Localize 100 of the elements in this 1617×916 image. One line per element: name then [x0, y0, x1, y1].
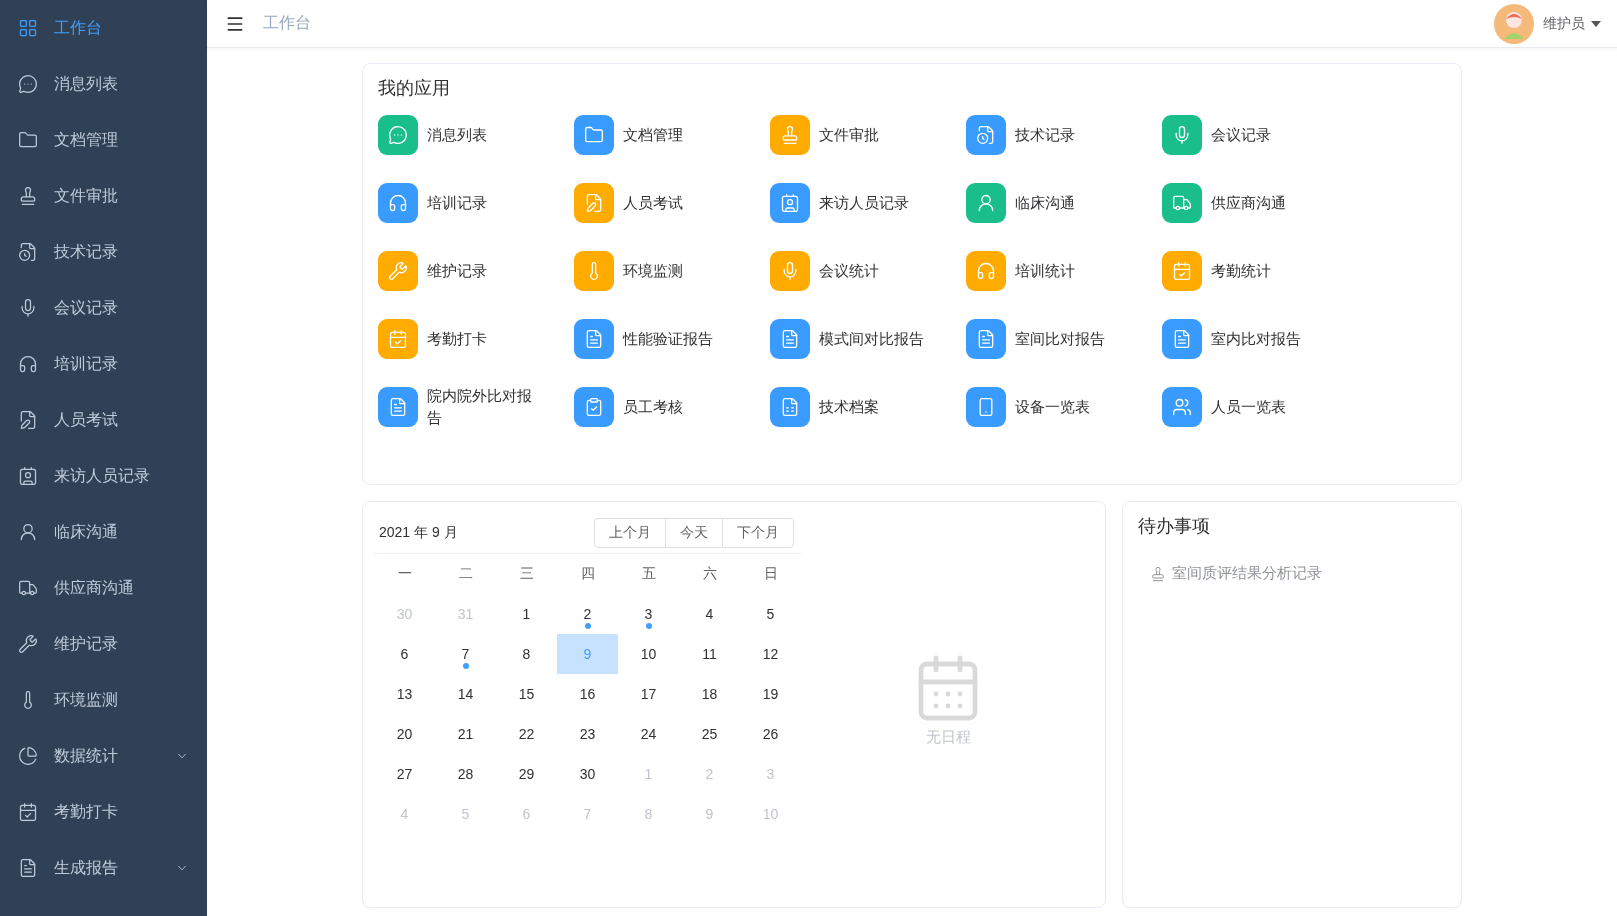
app-tile-icon[interactable] [1162, 319, 1202, 359]
sidebar-item[interactable]: 工作台 [0, 0, 207, 56]
app-tile-icon[interactable] [574, 251, 614, 291]
app-tile-icon[interactable] [770, 319, 810, 359]
app-tile-icon[interactable] [770, 115, 810, 155]
app-tile-icon[interactable] [966, 387, 1006, 427]
sidebar-item[interactable]: 来访人员记录 [0, 448, 207, 504]
calendar-day[interactable]: 21 [435, 714, 496, 754]
calendar-day[interactable]: 25 [679, 714, 740, 754]
calendar-day[interactable]: 24 [618, 714, 679, 754]
app-label[interactable]: 文件审批 [819, 124, 879, 146]
app-label[interactable]: 模式间对比报告 [819, 328, 924, 350]
calendar-day[interactable]: 3 [618, 594, 679, 634]
app-label[interactable]: 性能验证报告 [623, 328, 713, 350]
app-label[interactable]: 培训统计 [1015, 260, 1075, 282]
app-label[interactable]: 人员考试 [623, 192, 683, 214]
calendar-day[interactable]: 13 [374, 674, 435, 714]
calendar-day[interactable]: 8 [496, 634, 557, 674]
sidebar-item[interactable]: 文件审批 [0, 168, 207, 224]
sidebar-item[interactable]: 人员考试 [0, 392, 207, 448]
calendar-nav-button[interactable]: 下个月 [722, 517, 794, 548]
sidebar-item[interactable]: 环境监测 [0, 672, 207, 728]
calendar-day[interactable]: 18 [679, 674, 740, 714]
app-tile-icon[interactable] [1162, 251, 1202, 291]
app-tile-icon[interactable] [574, 115, 614, 155]
sidebar-item[interactable]: 培训记录 [0, 336, 207, 392]
sidebar-item[interactable]: 维护记录 [0, 616, 207, 672]
app-label[interactable]: 培训记录 [427, 192, 487, 214]
app-label[interactable]: 员工考核 [623, 396, 683, 418]
app-label[interactable]: 会议记录 [1211, 124, 1271, 146]
app-label[interactable]: 院内院外比对报告 [427, 385, 542, 429]
calendar-day[interactable]: 22 [496, 714, 557, 754]
calendar-day[interactable]: 11 [679, 634, 740, 674]
app-label[interactable]: 设备一览表 [1015, 396, 1090, 418]
user-name[interactable]: 维护员 [1543, 14, 1585, 33]
calendar-day[interactable]: 1 [496, 594, 557, 634]
calendar-day[interactable]: 10 [618, 634, 679, 674]
app-tile-icon[interactable] [770, 387, 810, 427]
app-label[interactable]: 技术档案 [819, 396, 879, 418]
app-label[interactable]: 环境监测 [623, 260, 683, 282]
app-tile-icon[interactable] [770, 183, 810, 223]
app-label[interactable]: 考勤统计 [1211, 260, 1271, 282]
sidebar-item[interactable]: 生成报告 [0, 840, 207, 896]
app-label[interactable]: 人员一览表 [1211, 396, 1286, 418]
app-label[interactable]: 技术记录 [1015, 124, 1075, 146]
calendar-day[interactable]: 6 [374, 634, 435, 674]
app-tile-icon[interactable] [770, 251, 810, 291]
calendar-day[interactable]: 12 [740, 634, 801, 674]
sidebar-item[interactable]: 考勤打卡 [0, 784, 207, 840]
app-tile-icon[interactable] [378, 251, 418, 291]
sidebar-item[interactable]: 临床沟通 [0, 504, 207, 560]
app-label[interactable]: 考勤打卡 [427, 328, 487, 350]
calendar-day[interactable]: 30 [557, 754, 618, 794]
app-label[interactable]: 临床沟通 [1015, 192, 1075, 214]
app-tile-icon[interactable] [378, 183, 418, 223]
calendar-day[interactable]: 20 [374, 714, 435, 754]
app-label[interactable]: 消息列表 [427, 124, 487, 146]
sidebar-item[interactable]: 数据统计 [0, 728, 207, 784]
app-label[interactable]: 来访人员记录 [819, 192, 909, 214]
app-tile-icon[interactable] [574, 387, 614, 427]
calendar-day[interactable]: 16 [557, 674, 618, 714]
app-tile-icon[interactable] [378, 115, 418, 155]
avatar[interactable] [1494, 3, 1534, 44]
app-label[interactable]: 供应商沟通 [1211, 192, 1286, 214]
app-tile-icon[interactable] [966, 115, 1006, 155]
calendar-day[interactable]: 23 [557, 714, 618, 754]
calendar-day[interactable]: 19 [740, 674, 801, 714]
sidebar-item[interactable]: 文档管理 [0, 112, 207, 168]
sidebar-item[interactable]: 技术记录 [0, 224, 207, 280]
app-label[interactable]: 室内比对报告 [1211, 328, 1301, 350]
app-tile-icon[interactable] [378, 387, 418, 427]
sidebar-item[interactable]: 供应商沟通 [0, 560, 207, 616]
app-tile-icon[interactable] [378, 319, 418, 359]
caret-icon[interactable] [1591, 20, 1601, 27]
calendar-nav-button[interactable]: 今天 [665, 517, 723, 548]
app-label[interactable]: 维护记录 [427, 260, 487, 282]
calendar-day[interactable]: 4 [679, 594, 740, 634]
sidebar-item[interactable]: 消息列表 [0, 56, 207, 112]
calendar-day[interactable]: 5 [740, 594, 801, 634]
app-label[interactable]: 室间比对报告 [1015, 328, 1105, 350]
app-tile-icon[interactable] [574, 183, 614, 223]
app-tile-icon[interactable] [1162, 183, 1202, 223]
app-tile-icon[interactable] [1162, 115, 1202, 155]
app-label[interactable]: 会议统计 [819, 260, 879, 282]
calendar-day[interactable]: 7 [435, 634, 496, 674]
app-tile-icon[interactable] [966, 319, 1006, 359]
calendar-day[interactable]: 26 [740, 714, 801, 754]
calendar-day[interactable]: 14 [435, 674, 496, 714]
app-tile-icon[interactable] [966, 251, 1006, 291]
calendar-nav-button[interactable]: 上个月 [594, 517, 666, 548]
calendar-day[interactable]: 28 [435, 754, 496, 794]
calendar-day[interactable]: 29 [496, 754, 557, 794]
calendar-day[interactable]: 2 [557, 594, 618, 634]
sidebar-item[interactable]: 会议记录 [0, 280, 207, 336]
app-label[interactable]: 文档管理 [623, 124, 683, 146]
app-tile-icon[interactable] [1162, 387, 1202, 427]
app-tile-icon[interactable] [966, 183, 1006, 223]
calendar-day[interactable]: 27 [374, 754, 435, 794]
app-tile-icon[interactable] [574, 319, 614, 359]
calendar-day[interactable]: 17 [618, 674, 679, 714]
